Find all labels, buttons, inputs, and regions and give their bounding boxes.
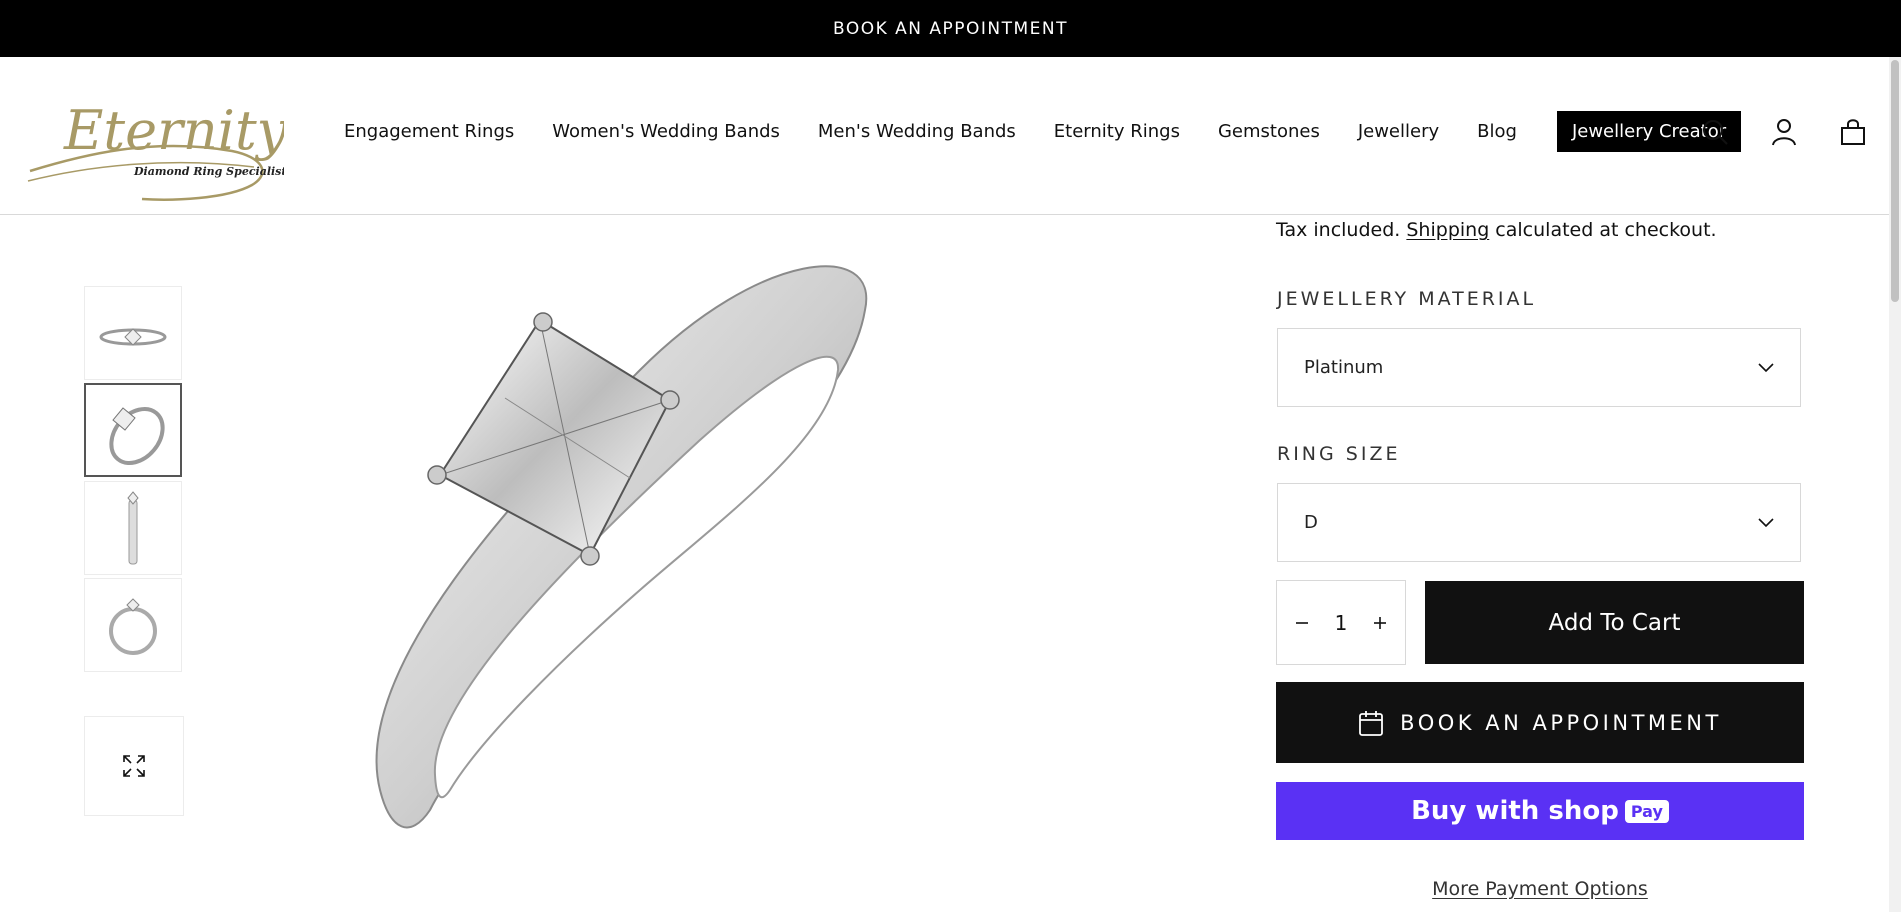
nav-blog[interactable]: Blog [1477,121,1517,142]
buy-with-label: Buy with [1411,796,1540,826]
cart-icon[interactable] [1838,117,1868,147]
plus-icon[interactable] [1373,611,1387,635]
nav-jewellery[interactable]: Jewellery [1358,121,1439,142]
book-appointment-button[interactable]: BOOK AN APPOINTMENT [1276,682,1804,763]
thumbnail-ring-side[interactable] [84,286,182,380]
pay-badge: Pay [1624,799,1669,823]
ring-size-select[interactable]: D [1277,483,1801,562]
site-logo[interactable]: Eternity Diamond Ring Specialists [22,85,293,201]
buy-with-shop-pay-button[interactable]: Buy with shop Pay [1276,782,1804,840]
more-payment-options-link[interactable]: More Payment Options [1276,878,1804,900]
thumbnail-ring-profile[interactable] [84,481,182,575]
logo-brand-text: Eternity [63,99,284,162]
tax-suffix: calculated at checkout. [1489,219,1717,241]
material-select[interactable]: Platinum [1277,328,1801,407]
shop-wordmark: shop [1548,796,1619,826]
ring-side-image [99,328,167,346]
announcement-bar[interactable]: BOOK AN APPOINTMENT [0,0,1901,57]
chevron-down-icon [1758,362,1774,372]
ring-size-label: RING SIZE [1277,443,1401,465]
ring-angled-image [109,407,165,465]
add-to-cart-label: Add To Cart [1548,609,1681,636]
material-label: JEWELLERY MATERIAL [1277,288,1537,310]
search-icon[interactable] [1700,117,1730,147]
announcement-text[interactable]: BOOK AN APPOINTMENT [833,19,1068,39]
page-scrollbar[interactable] [1889,57,1901,912]
ring-size-value: D [1304,512,1318,533]
nav-gemstones[interactable]: Gemstones [1218,121,1320,142]
book-appointment-label: BOOK AN APPOINTMENT [1400,710,1722,735]
material-value: Platinum [1304,357,1384,378]
expand-icon [123,755,145,777]
tax-prefix: Tax included. [1276,219,1407,241]
ring-main-image [375,265,868,829]
chevron-down-icon [1758,517,1774,527]
calendar-icon [1359,710,1384,736]
minus-icon[interactable] [1295,611,1309,635]
nav-mens-wedding-bands[interactable]: Men's Wedding Bands [818,121,1016,142]
nav-eternity-rings[interactable]: Eternity Rings [1054,121,1180,142]
add-to-cart-button[interactable]: Add To Cart [1425,581,1804,664]
quantity-value[interactable]: 1 [1335,611,1348,635]
thumbnail-ring-front[interactable] [84,578,182,672]
account-icon[interactable] [1769,117,1799,147]
shipping-link[interactable]: Shipping [1406,219,1489,241]
logo-tagline-text: Diamond Ring Specialists [133,165,284,178]
main-product-image[interactable] [340,230,960,830]
ring-front-image [109,598,157,655]
ring-profile-image [127,491,139,565]
eternity-logo: Eternity Diamond Ring Specialists [27,99,293,201]
zoom-button[interactable] [84,716,184,816]
nav-womens-wedding-bands[interactable]: Women's Wedding Bands [552,121,780,142]
tax-note: Tax included. Shipping calculated at che… [1276,219,1717,241]
nav-engagement-rings[interactable]: Engagement Rings [344,121,514,142]
quantity-stepper: 1 [1276,580,1406,665]
thumbnail-ring-angled[interactable] [84,383,182,477]
site-header: Eternity Diamond Ring Specialists Engage… [0,57,1901,215]
main-nav: Engagement Rings Women's Wedding Bands M… [344,111,1742,152]
scrollbar-thumb[interactable] [1891,60,1899,302]
